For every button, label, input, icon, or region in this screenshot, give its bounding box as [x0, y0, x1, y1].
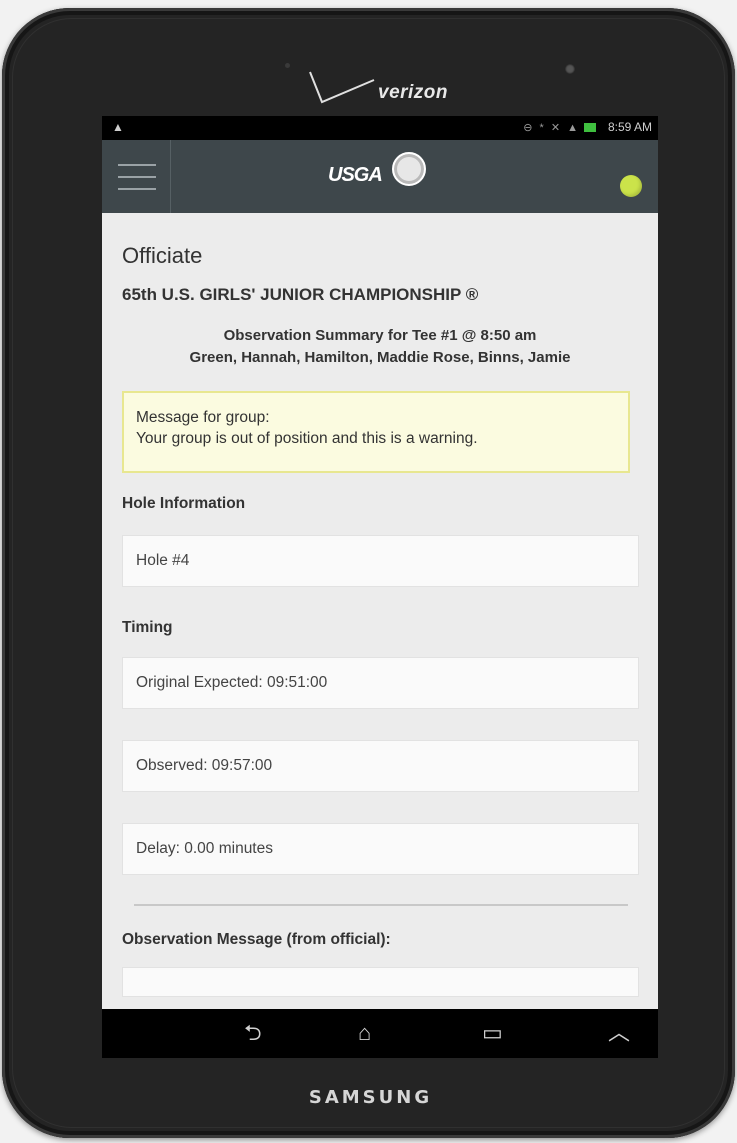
original-expected-field: Original Expected: 09:51:00 [122, 657, 639, 709]
screen: ▲ ⊖ * ✕ ▲ 8:59 AM USGA Officiate 65th U.… [102, 116, 658, 1058]
divider [134, 904, 628, 906]
menu-button[interactable] [102, 140, 171, 213]
warning-icon: ▲ [112, 120, 124, 134]
android-nav-bar: ⮌ ⌂ ▭ ︿ [102, 1009, 658, 1058]
connection-status-dot [620, 175, 642, 197]
message-label: Message for group: [136, 409, 270, 426]
hole-information-label: Hole Information [122, 495, 246, 512]
observed-field: Observed: 09:57:00 [122, 740, 639, 792]
observation-message-label: Observation Message (from official): [122, 931, 391, 948]
carrier-name: verizon [378, 82, 449, 103]
logo-text: USGA [328, 164, 383, 186]
observation-summary-title: Observation Summary for Tee #1 @ 8:50 am [223, 327, 537, 344]
home-icon[interactable]: ⌂ [358, 1022, 371, 1044]
app-bar: USGA [102, 140, 658, 213]
page-title: Officiate [122, 243, 203, 268]
chevron-up-icon[interactable]: ︿ [608, 1022, 630, 1044]
back-icon[interactable]: ⮌ [244, 1022, 262, 1044]
carrier-logo: verizon [308, 68, 468, 108]
sensor-dot [285, 63, 290, 68]
status-bar: ▲ ⊖ * ✕ ▲ 8:59 AM [102, 116, 658, 140]
group-message-box: Message for group: Your group is out of … [122, 391, 630, 473]
observation-message-field[interactable] [122, 967, 639, 997]
device-brand: SAMSUNG [308, 1087, 433, 1108]
hole-field: Hole #4 [122, 535, 639, 587]
carrier-check-icon [309, 71, 375, 104]
recents-icon[interactable]: ▭ [482, 1022, 503, 1044]
message-text: Your group is out of position and this i… [136, 430, 478, 447]
battery-icon [584, 123, 596, 132]
status-icons: ⊖ * ✕ ▲ [523, 122, 580, 134]
front-camera [565, 64, 575, 74]
event-title: 65th U.S. GIRLS' JUNIOR CHAMPIONSHIP ® [122, 285, 479, 304]
clock: 8:59 AM [607, 120, 652, 134]
delay-field: Delay: 0.00 minutes [122, 823, 639, 875]
main-content: Officiate 65th U.S. GIRLS' JUNIOR CHAMPI… [102, 213, 658, 1009]
timing-label: Timing [122, 619, 173, 636]
hamburger-icon [118, 176, 156, 178]
hamburger-icon [118, 188, 156, 190]
usga-seal-icon [392, 152, 426, 186]
group-players: Green, Hannah, Hamilton, Maddie Rose, Bi… [189, 349, 571, 366]
hamburger-icon [118, 164, 156, 166]
